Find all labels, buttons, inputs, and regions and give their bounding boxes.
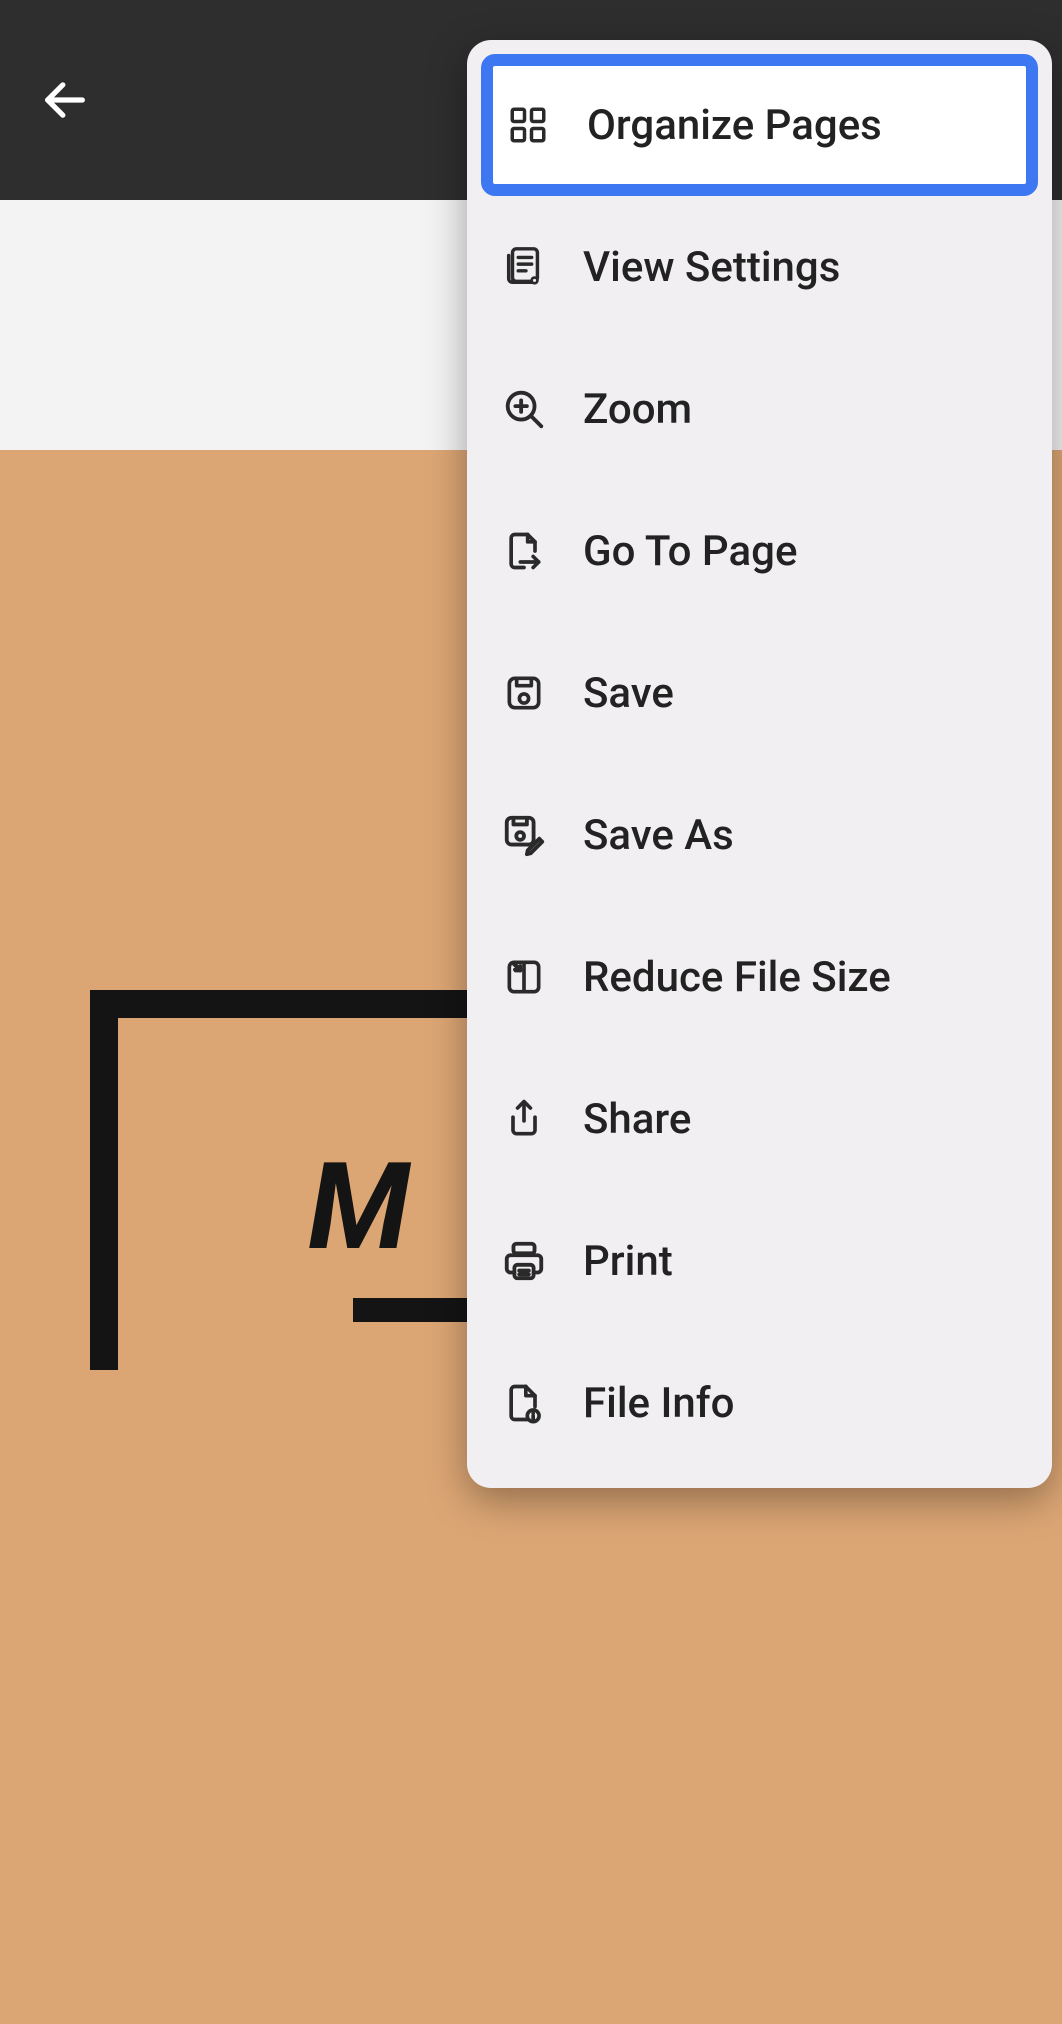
document-text-fragment: M <box>308 1138 412 1278</box>
zoom-in-icon <box>499 384 549 434</box>
menu-item-zoom[interactable]: Zoom <box>481 338 1038 480</box>
menu-item-label: Go To Page <box>583 527 797 576</box>
page-arrow-icon <box>499 526 549 576</box>
menu-item-label: Save As <box>583 811 734 860</box>
grid-icon <box>503 100 553 150</box>
file-info-icon <box>499 1378 549 1428</box>
back-button[interactable] <box>30 65 100 135</box>
share-icon <box>499 1094 549 1144</box>
menu-item-view-settings[interactable]: View Settings <box>481 196 1038 338</box>
menu-item-label: View Settings <box>583 243 840 292</box>
app-viewport: M Organize Pages <box>0 0 1062 2024</box>
compress-icon <box>499 952 549 1002</box>
menu-item-label: Print <box>583 1237 673 1286</box>
menu-item-save[interactable]: Save <box>481 622 1038 764</box>
document-gear-icon <box>499 242 549 292</box>
arrow-left-icon <box>39 74 91 126</box>
menu-item-label: File Info <box>583 1379 734 1428</box>
menu-item-label: Save <box>583 669 674 718</box>
menu-item-label: Share <box>583 1095 691 1144</box>
menu-item-share[interactable]: Share <box>481 1048 1038 1190</box>
menu-item-save-as[interactable]: Save As <box>481 764 1038 906</box>
menu-item-go-to-page[interactable]: Go To Page <box>481 480 1038 622</box>
menu-item-reduce-file-size[interactable]: Reduce File Size <box>481 906 1038 1048</box>
save-icon <box>499 668 549 718</box>
menu-item-print[interactable]: Print <box>481 1190 1038 1332</box>
menu-item-organize-pages[interactable]: Organize Pages <box>481 54 1038 196</box>
save-as-icon <box>499 810 549 860</box>
menu-item-label: Zoom <box>583 385 692 434</box>
menu-item-file-info[interactable]: File Info <box>481 1332 1038 1474</box>
menu-item-label: Reduce File Size <box>583 953 891 1002</box>
printer-icon <box>499 1236 549 1286</box>
menu-item-label: Organize Pages <box>587 101 882 150</box>
overflow-menu: Organize Pages View Settings <box>467 40 1052 1488</box>
